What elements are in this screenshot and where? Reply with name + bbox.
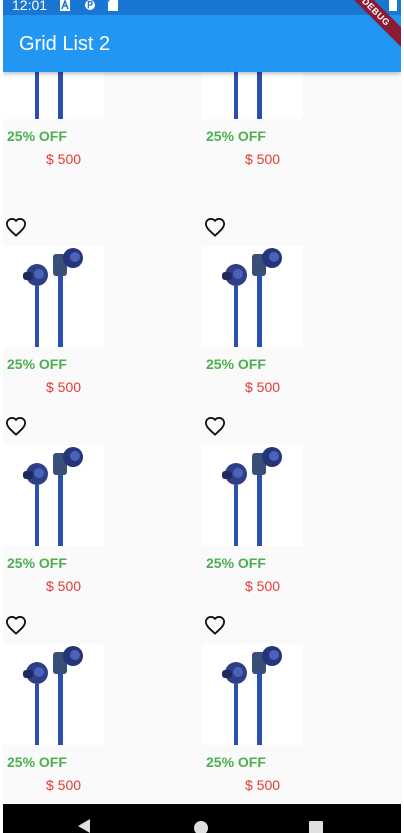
recents-icon[interactable] [309,821,323,833]
earphones-image [23,248,83,347]
heart-outline-icon[interactable] [204,217,226,237]
status-time: 12:01 [12,0,48,13]
heart-outline-icon[interactable] [5,416,27,436]
product-tile[interactable]: 25% OFF $ 500 [202,613,401,812]
home-icon[interactable] [194,821,208,833]
product-tile[interactable]: 25% OFF $ 500 [202,414,401,613]
app-bar: Grid List 2 [3,15,401,72]
product-image [202,644,303,745]
earphones-image [23,646,83,745]
discount-label: 25% OFF [206,128,266,144]
product-image [3,644,104,745]
price-label: $ 500 [46,578,82,594]
app-screen: 25% OFF $ 500 25% OFF $ 500 25% OFF $ 50… [3,0,401,833]
earphones-image [23,447,83,546]
product-tile[interactable]: 25% OFF $ 500 [3,613,202,812]
earphones-image [222,646,282,745]
discount-label: 25% OFF [206,754,266,770]
product-image [3,246,104,347]
discount-label: 25% OFF [7,128,67,144]
heart-outline-icon[interactable] [5,615,27,635]
discount-label: 25% OFF [7,555,67,571]
product-image [202,445,303,546]
price-label: $ 500 [46,151,82,167]
sd-card-icon [108,0,118,11]
price-label: $ 500 [46,777,82,793]
product-image [3,445,104,546]
page-title: Grid List 2 [19,33,111,55]
product-grid[interactable]: 25% OFF $ 500 25% OFF $ 500 25% OFF $ 50… [3,0,401,833]
price-label: $ 500 [245,578,281,594]
price-label: $ 500 [46,379,82,395]
heart-outline-icon[interactable] [204,416,226,436]
price-label: $ 500 [245,151,281,167]
heart-outline-icon[interactable] [204,615,226,635]
p-app-icon [85,0,95,10]
discount-label: 25% OFF [206,356,266,372]
status-bar: 12:01 [3,0,401,15]
product-tile[interactable]: 25% OFF $ 500 [3,414,202,613]
discount-label: 25% OFF [7,356,67,372]
discount-label: 25% OFF [7,754,67,770]
price-label: $ 500 [245,379,281,395]
earphones-image [222,248,282,347]
system-nav-bar [3,804,401,833]
price-label: $ 500 [245,777,281,793]
battery-icon [389,0,397,11]
discount-label: 25% OFF [206,555,266,571]
product-tile[interactable]: 25% OFF $ 500 [202,215,401,414]
a-app-icon [60,0,70,11]
heart-outline-icon[interactable] [5,217,27,237]
product-image [202,246,303,347]
earphones-image [222,447,282,546]
product-tile[interactable]: 25% OFF $ 500 [3,215,202,414]
back-icon[interactable] [76,819,92,833]
